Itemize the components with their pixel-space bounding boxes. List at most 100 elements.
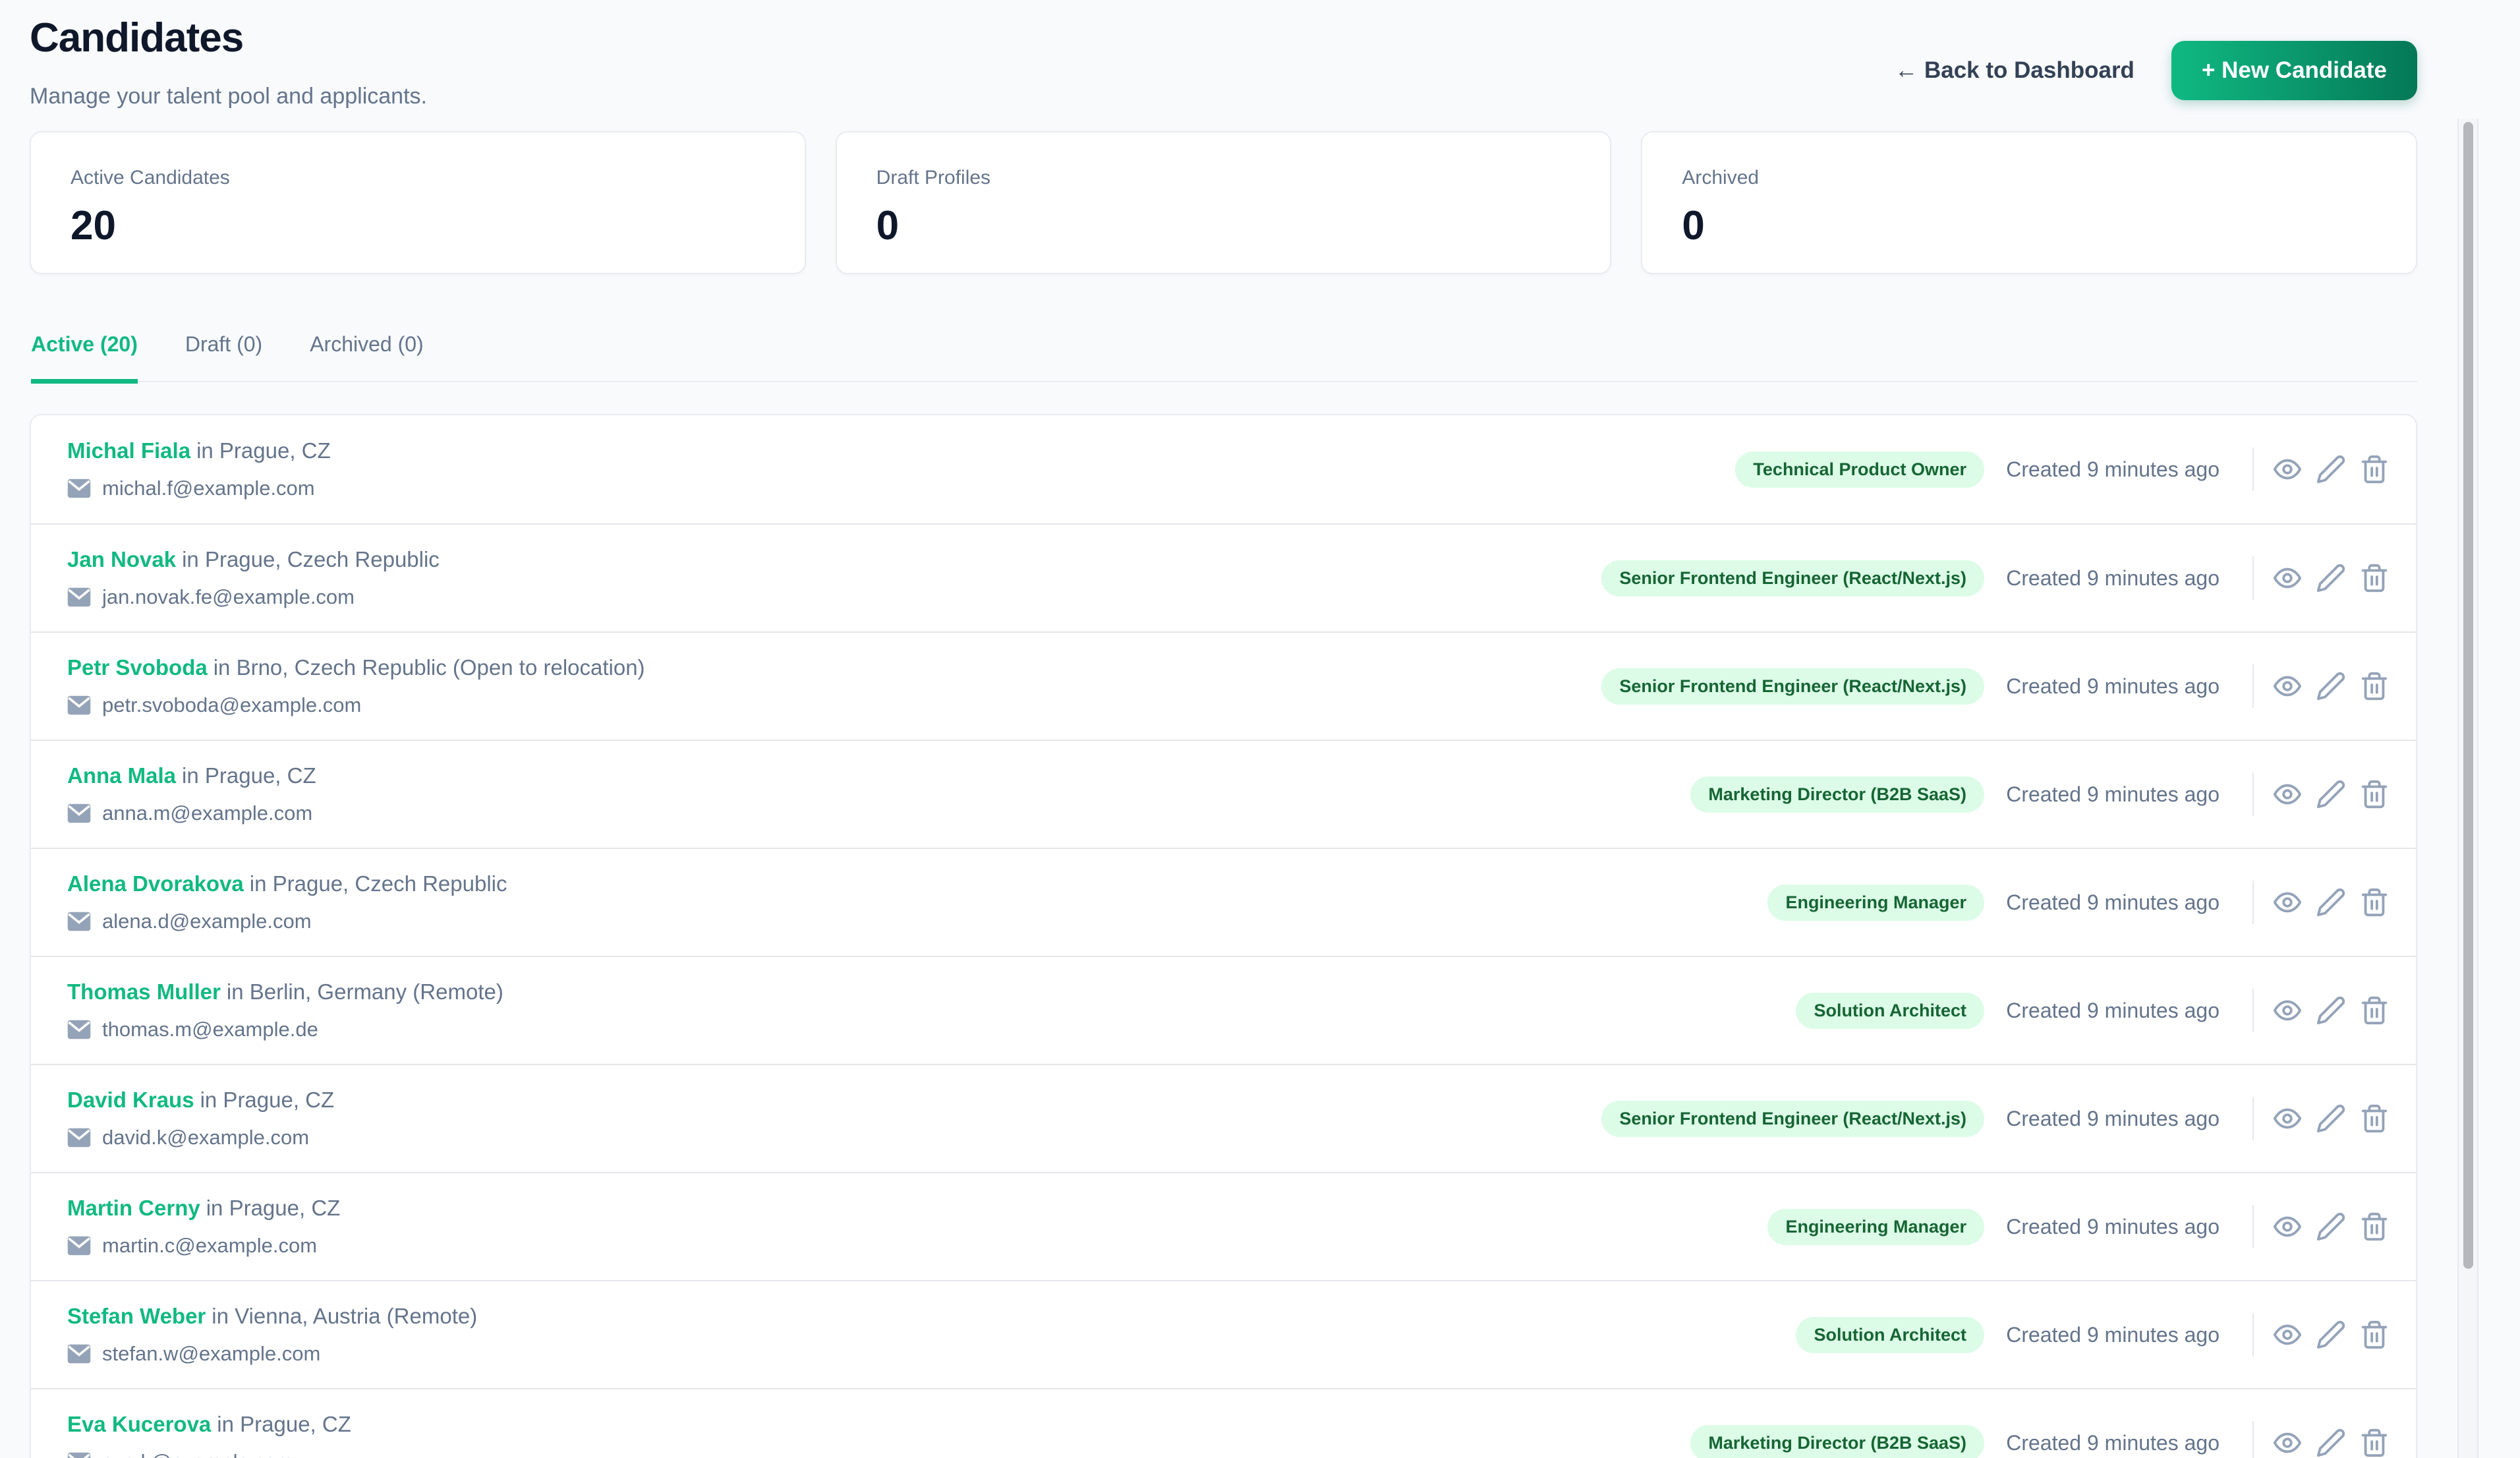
candidate-name-link[interactable]: Martin Cerny xyxy=(67,1196,200,1220)
candidate-email: anna.m@example.com xyxy=(102,802,312,825)
candidate-name-link[interactable]: Stefan Weber xyxy=(67,1304,206,1328)
scrollbar-thumb[interactable] xyxy=(2463,122,2473,1269)
trash-icon xyxy=(2359,1103,2390,1134)
view-candidate-button[interactable] xyxy=(2272,1211,2303,1242)
envelope-icon xyxy=(67,1020,91,1039)
actions-divider xyxy=(2252,1421,2254,1458)
candidate-info: David Krausin Prague, CZ david.k@example… xyxy=(67,1088,1391,1150)
delete-candidate-button[interactable] xyxy=(2359,1320,2390,1350)
new-candidate-button[interactable]: + New Candidate xyxy=(2171,41,2417,100)
candidate-row: Anna Malain Prague, CZ anna.m@example.co… xyxy=(31,740,2416,848)
view-candidate-button[interactable] xyxy=(2272,1103,2303,1134)
created-timestamp: Created 9 minutes ago xyxy=(1984,1431,2219,1455)
role-column: Technical Product Owner xyxy=(1391,452,1984,488)
trash-icon xyxy=(2359,995,2390,1026)
candidate-location: in Berlin, Germany (Remote) xyxy=(227,979,503,1004)
pencil-icon xyxy=(2316,887,2346,918)
view-candidate-button[interactable] xyxy=(2272,1320,2303,1350)
status-tabs: Active (20) Draft (0) Archived (0) xyxy=(30,332,2417,382)
eye-icon xyxy=(2272,995,2303,1026)
back-to-dashboard-link[interactable]: ← Back to Dashboard xyxy=(1895,57,2134,84)
candidates-page: Candidates Manage your talent pool and a… xyxy=(0,0,2483,1458)
delete-candidate-button[interactable] xyxy=(2359,1428,2390,1458)
role-column: Marketing Director (B2B SaaS) xyxy=(1391,1425,1984,1458)
actions-divider xyxy=(2252,773,2254,816)
actions-divider xyxy=(2252,556,2254,600)
edit-candidate-button[interactable] xyxy=(2316,1103,2346,1134)
delete-candidate-button[interactable] xyxy=(2359,1103,2390,1134)
candidate-name-link[interactable]: Thomas Muller xyxy=(67,979,221,1004)
stat-card-draft: Draft Profiles 0 xyxy=(836,131,1612,274)
view-candidate-button[interactable] xyxy=(2272,454,2303,484)
edit-candidate-button[interactable] xyxy=(2316,1211,2346,1242)
edit-candidate-button[interactable] xyxy=(2316,454,2346,484)
candidate-name-link[interactable]: Michal Fiala xyxy=(67,438,190,463)
candidate-location: in Prague, CZ xyxy=(206,1196,341,1220)
candidate-name-link[interactable]: Jan Novak xyxy=(67,547,176,571)
tab-draft[interactable]: Draft (0) xyxy=(185,332,262,384)
stat-value: 0 xyxy=(1682,202,2376,249)
scrollbar-track[interactable] xyxy=(2457,119,2478,1458)
created-timestamp: Created 9 minutes ago xyxy=(1984,457,2219,482)
page-subtitle: Manage your talent pool and applicants. xyxy=(30,84,427,109)
candidate-row: Jan Novakin Prague, Czech Republic jan.n… xyxy=(31,523,2416,631)
row-actions xyxy=(2272,995,2390,1026)
eye-icon xyxy=(2272,563,2303,593)
delete-candidate-button[interactable] xyxy=(2359,887,2390,918)
view-candidate-button[interactable] xyxy=(2272,779,2303,809)
candidate-row: Thomas Mullerin Berlin, Germany (Remote)… xyxy=(31,956,2416,1064)
trash-icon xyxy=(2359,1320,2390,1350)
candidate-name-link[interactable]: Eva Kucerova xyxy=(67,1412,211,1436)
pencil-icon xyxy=(2316,671,2346,701)
candidate-email: petr.svoboda@example.com xyxy=(102,693,361,717)
role-badge: Senior Frontend Engineer (React/Next.js) xyxy=(1601,668,1984,705)
delete-candidate-button[interactable] xyxy=(2359,995,2390,1026)
row-actions xyxy=(2272,563,2390,593)
edit-candidate-button[interactable] xyxy=(2316,995,2346,1026)
edit-candidate-button[interactable] xyxy=(2316,1428,2346,1458)
view-candidate-button[interactable] xyxy=(2272,1428,2303,1458)
role-column: Senior Frontend Engineer (React/Next.js) xyxy=(1391,668,1984,705)
eye-icon xyxy=(2272,1103,2303,1134)
candidate-name-link[interactable]: Anna Mala xyxy=(67,763,176,788)
edit-candidate-button[interactable] xyxy=(2316,779,2346,809)
candidate-name-link[interactable]: David Kraus xyxy=(67,1088,194,1112)
role-column: Senior Frontend Engineer (React/Next.js) xyxy=(1391,1101,1984,1137)
edit-candidate-button[interactable] xyxy=(2316,563,2346,593)
candidate-name-link[interactable]: Alena Dvorakova xyxy=(67,871,244,896)
delete-candidate-button[interactable] xyxy=(2359,454,2390,484)
stat-label: Active Candidates xyxy=(71,167,765,189)
candidate-email-line: petr.svoboda@example.com xyxy=(67,693,1391,717)
delete-candidate-button[interactable] xyxy=(2359,1211,2390,1242)
view-candidate-button[interactable] xyxy=(2272,887,2303,918)
tab-active[interactable]: Active (20) xyxy=(31,332,138,384)
pencil-icon xyxy=(2316,1211,2346,1242)
delete-candidate-button[interactable] xyxy=(2359,671,2390,701)
candidate-email-line: martin.c@example.com xyxy=(67,1234,1391,1258)
page-title: Candidates xyxy=(30,15,427,61)
edit-candidate-button[interactable] xyxy=(2316,1320,2346,1350)
pencil-icon xyxy=(2316,1428,2346,1458)
edit-candidate-button[interactable] xyxy=(2316,671,2346,701)
candidate-email: stefan.w@example.com xyxy=(102,1342,320,1366)
envelope-icon xyxy=(67,1236,91,1256)
envelope-icon xyxy=(67,479,91,498)
candidate-info: Martin Cernyin Prague, CZ martin.c@examp… xyxy=(67,1196,1391,1258)
candidate-name-link[interactable]: Petr Svoboda xyxy=(67,655,208,680)
envelope-icon xyxy=(67,695,91,715)
view-candidate-button[interactable] xyxy=(2272,563,2303,593)
candidate-list: Michal Fialain Prague, CZ michal.f@examp… xyxy=(30,414,2417,1458)
row-actions xyxy=(2272,671,2390,701)
candidate-info: Petr Svobodain Brno, Czech Republic (Ope… xyxy=(67,655,1391,717)
view-candidate-button[interactable] xyxy=(2272,995,2303,1026)
row-actions xyxy=(2272,779,2390,809)
delete-candidate-button[interactable] xyxy=(2359,563,2390,593)
candidate-info: Eva Kucerovain Prague, CZ eva.k@example.… xyxy=(67,1412,1391,1458)
envelope-icon xyxy=(67,912,91,931)
tab-archived[interactable]: Archived (0) xyxy=(310,332,424,384)
edit-candidate-button[interactable] xyxy=(2316,887,2346,918)
pencil-icon xyxy=(2316,563,2346,593)
pencil-icon xyxy=(2316,779,2346,809)
view-candidate-button[interactable] xyxy=(2272,671,2303,701)
delete-candidate-button[interactable] xyxy=(2359,779,2390,809)
